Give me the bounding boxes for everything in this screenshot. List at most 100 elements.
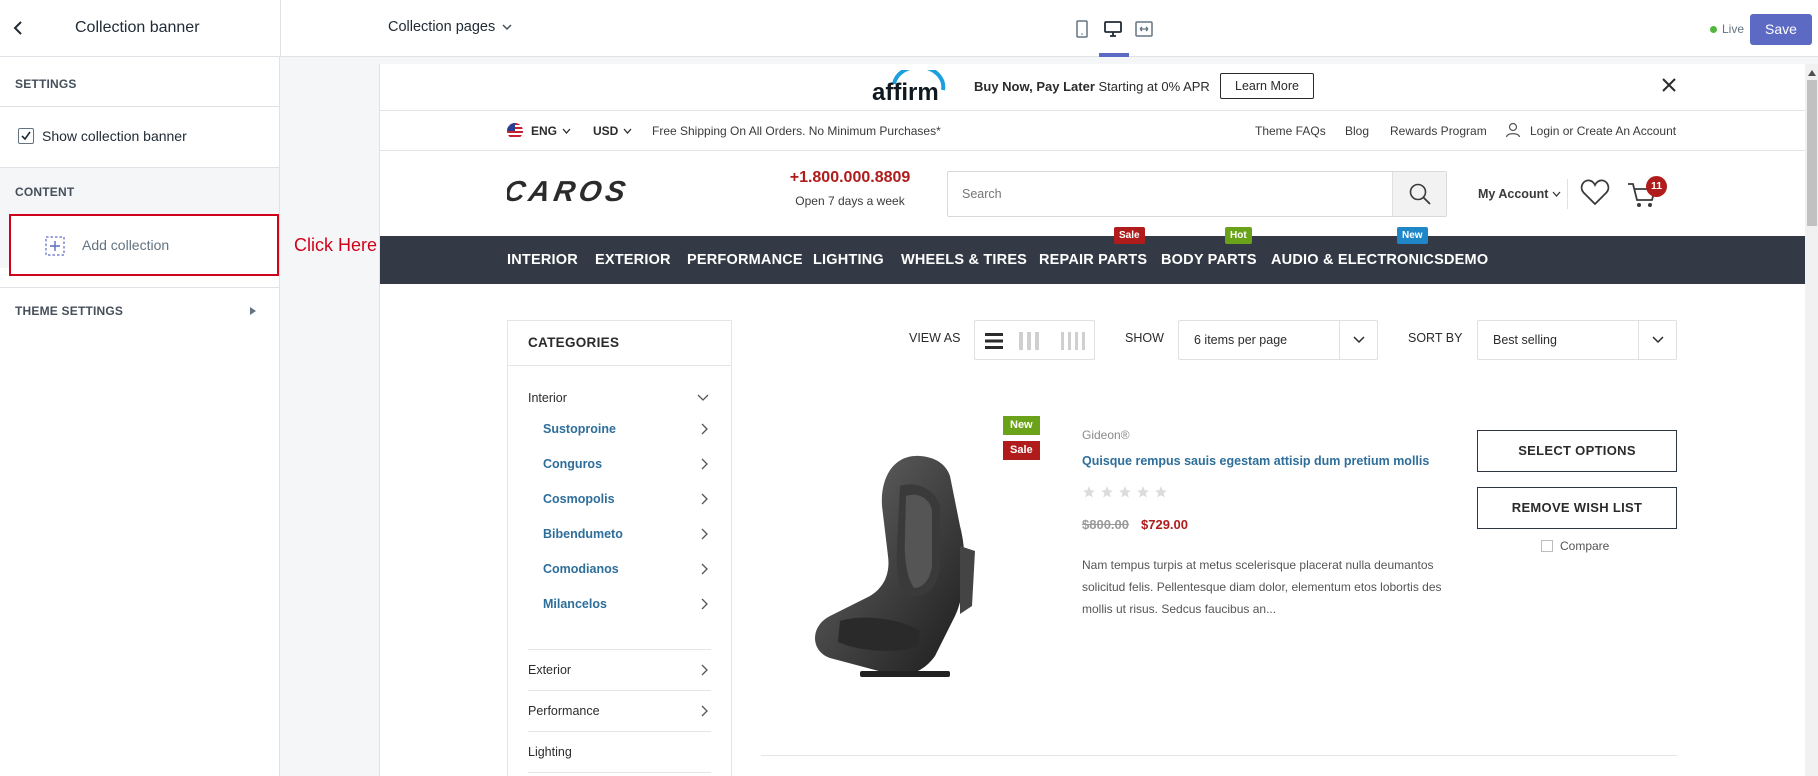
affirm-logo: affirm bbox=[870, 70, 948, 102]
live-status: Live bbox=[1710, 22, 1744, 36]
hot-badge: Hot bbox=[1225, 227, 1252, 244]
svg-text:affirm: affirm bbox=[872, 79, 939, 102]
chevron-right-icon[interactable] bbox=[701, 705, 709, 717]
language-label: ENG bbox=[531, 124, 558, 138]
fullscreen-view-icon[interactable] bbox=[1135, 21, 1153, 37]
link-theme-faqs[interactable]: Theme FAQs bbox=[1255, 124, 1326, 138]
subcategory-item[interactable]: Conguros bbox=[543, 457, 602, 471]
sort-value: Best selling bbox=[1493, 333, 1557, 347]
product-title[interactable]: Quisque rempus sauis egestam attisip dum… bbox=[1082, 454, 1429, 468]
compare-checkbox[interactable] bbox=[1541, 540, 1553, 552]
category-lighting[interactable]: Lighting bbox=[528, 745, 572, 759]
star-empty-icon bbox=[1155, 486, 1167, 498]
remove-wishlist-button[interactable]: REMOVE WISH LIST bbox=[1477, 487, 1677, 529]
currency-selector[interactable]: USD bbox=[593, 124, 632, 138]
show-banner-checkbox-row[interactable]: Show collection banner bbox=[18, 128, 187, 144]
items-per-page-select[interactable]: 6 items per page bbox=[1178, 320, 1378, 360]
sale-badge: Sale bbox=[1114, 227, 1145, 244]
compare-checkbox-row[interactable]: Compare bbox=[1541, 539, 1609, 553]
divider bbox=[280, 0, 281, 57]
us-flag-icon bbox=[507, 123, 523, 139]
caros-logo[interactable]: CAROS bbox=[507, 176, 679, 206]
main-nav: INTERIOR EXTERIOR PERFORMANCE LIGHTING W… bbox=[380, 227, 1805, 284]
caret-right-icon bbox=[249, 306, 257, 316]
checkbox[interactable] bbox=[18, 128, 34, 144]
search-icon bbox=[1409, 183, 1431, 205]
category-interior[interactable]: Interior bbox=[528, 391, 567, 405]
link-rewards[interactable]: Rewards Program bbox=[1390, 124, 1487, 138]
subcategory-item[interactable]: Milancelos bbox=[543, 597, 607, 611]
category-performance[interactable]: Performance bbox=[528, 704, 600, 718]
divider bbox=[528, 772, 711, 773]
divider bbox=[1567, 179, 1568, 209]
chevron-right-icon[interactable] bbox=[701, 528, 709, 540]
search-input[interactable] bbox=[948, 172, 1392, 216]
chevron-right-icon[interactable] bbox=[701, 563, 709, 575]
list-view-icon[interactable] bbox=[985, 332, 1003, 350]
editor-topbar: Collection banner Collection pages Live … bbox=[0, 0, 1818, 57]
desktop-view-icon[interactable] bbox=[1104, 20, 1122, 38]
sort-select[interactable]: Best selling bbox=[1477, 320, 1677, 360]
promo-bold: Buy Now, Pay Later bbox=[974, 79, 1095, 94]
phone-number[interactable]: +1.800.000.8809 bbox=[780, 169, 920, 187]
chevron-down-icon bbox=[1353, 336, 1365, 344]
add-collection-button[interactable]: Add collection bbox=[9, 214, 279, 276]
compare-label: Compare bbox=[1560, 539, 1610, 553]
user-icon bbox=[1505, 122, 1521, 138]
page-selector[interactable]: Collection pages bbox=[388, 19, 513, 35]
learn-more-button[interactable]: Learn More bbox=[1220, 73, 1314, 99]
chevron-down-icon[interactable] bbox=[697, 394, 709, 402]
settings-sidebar: SETTINGS Show collection banner CONTENT … bbox=[0, 57, 280, 776]
link-blog[interactable]: Blog bbox=[1345, 124, 1369, 138]
chevron-right-icon[interactable] bbox=[701, 664, 709, 676]
nav-wheels-tires[interactable]: WHEELS & TIRES bbox=[901, 236, 1027, 284]
product-image[interactable] bbox=[800, 446, 1000, 686]
category-exterior[interactable]: Exterior bbox=[528, 663, 571, 677]
product-description: Nam tempus turpis at metus scelerisque p… bbox=[1082, 558, 1442, 616]
chevron-right-icon[interactable] bbox=[701, 458, 709, 470]
divider bbox=[508, 365, 731, 366]
chevron-right-icon[interactable] bbox=[701, 598, 709, 610]
save-button[interactable]: Save bbox=[1750, 14, 1812, 45]
login-link[interactable]: Login or Create An Account bbox=[1530, 124, 1676, 138]
chevron-down-icon bbox=[1552, 191, 1561, 197]
live-dot-icon bbox=[1710, 25, 1717, 33]
theme-settings-row[interactable]: THEME SETTINGS bbox=[0, 288, 279, 344]
theme-settings-label: THEME SETTINGS bbox=[15, 304, 124, 318]
select-options-button[interactable]: SELECT OPTIONS bbox=[1477, 430, 1677, 472]
nav-exterior[interactable]: EXTERIOR bbox=[595, 236, 671, 284]
mobile-view-icon[interactable] bbox=[1075, 20, 1089, 38]
subcategory-item[interactable]: Sustoproine bbox=[543, 422, 616, 436]
my-account-menu[interactable]: My Account bbox=[1478, 187, 1561, 201]
store-preview: affirm Buy Now, Pay Later Starting at 0%… bbox=[379, 64, 1818, 776]
subcategory-item[interactable]: Cosmopolis bbox=[543, 492, 615, 506]
search-box[interactable] bbox=[947, 171, 1447, 217]
product-vendor[interactable]: Gideon® bbox=[1082, 428, 1130, 442]
close-icon[interactable] bbox=[1661, 77, 1677, 93]
search-button[interactable] bbox=[1392, 172, 1446, 216]
subcategory-item[interactable]: Bibendumeto bbox=[543, 527, 623, 541]
shipping-message: Free Shipping On All Orders. No Minimum … bbox=[652, 124, 941, 138]
store-header: CAROS +1.800.000.8809 Open 7 days a week… bbox=[380, 151, 1805, 236]
wishlist-heart-icon[interactable] bbox=[1580, 178, 1610, 206]
currency-label: USD bbox=[593, 124, 619, 138]
language-selector[interactable]: ENG bbox=[531, 124, 571, 138]
nav-lighting[interactable]: LIGHTING bbox=[813, 236, 884, 284]
click-here-annotation: Click Here bbox=[294, 235, 378, 255]
chevron-right-icon[interactable] bbox=[701, 423, 709, 435]
grid-4-view-icon[interactable] bbox=[1061, 332, 1085, 350]
nav-demo[interactable]: DEMO bbox=[1444, 236, 1488, 284]
grid-3-view-icon[interactable] bbox=[1019, 332, 1039, 350]
divider bbox=[528, 649, 711, 650]
scroll-thumb[interactable] bbox=[1807, 80, 1817, 226]
back-arrow-icon[interactable] bbox=[12, 20, 26, 36]
page-selector-label: Collection pages bbox=[388, 19, 496, 35]
nav-performance[interactable]: PERFORMANCE bbox=[687, 236, 803, 284]
product-old-price: $800.00 bbox=[1082, 517, 1129, 532]
chevron-down-icon bbox=[562, 128, 571, 134]
show-label: SHOW bbox=[1125, 331, 1164, 345]
subcategory-item[interactable]: Comodianos bbox=[543, 562, 619, 576]
scrollbar[interactable] bbox=[1805, 64, 1818, 776]
nav-interior[interactable]: INTERIOR bbox=[507, 236, 578, 284]
chevron-right-icon[interactable] bbox=[701, 493, 709, 505]
